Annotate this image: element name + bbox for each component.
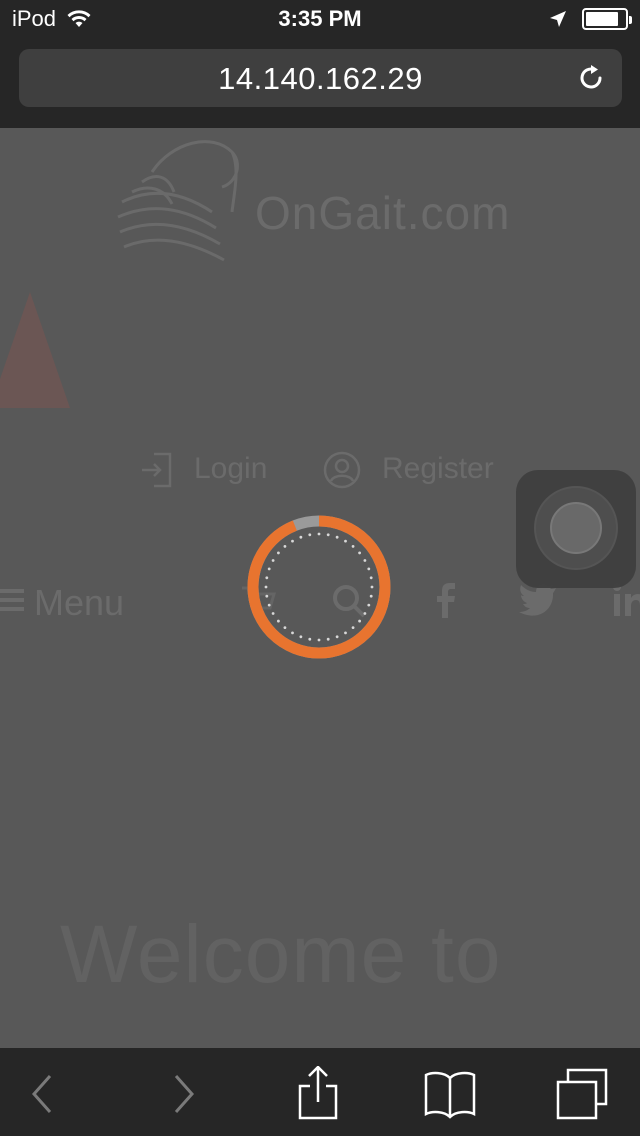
spinner-dot [317,532,321,536]
assistive-touch-ring [534,486,618,570]
spinner-dot [283,626,287,630]
spinner-dot [299,535,303,539]
spinner-dot [271,559,275,562]
spinner-dot [344,631,347,635]
spinner-dot [351,544,355,548]
forward-icon[interactable] [152,1066,212,1122]
spinner-dot [267,567,271,571]
clock: 3:35 PM [278,6,362,31]
spinner-dot [267,603,271,607]
spinner-dot [344,539,347,543]
spinner-dot [363,559,367,562]
horse-logo-icon [117,140,239,262]
spinner-dot [317,638,321,642]
spinner-dot [265,594,269,598]
url-text[interactable]: 14.140.162.29 [19,61,622,97]
reload-icon[interactable] [574,61,608,95]
share-icon[interactable] [288,1066,348,1122]
spinner-dot [276,619,280,623]
facebook-icon[interactable] [424,578,468,622]
url-field[interactable]: 14.140.162.29 [19,49,622,107]
battery-icon [582,8,632,30]
tabs-icon[interactable] [552,1066,612,1122]
spinner-dot [367,603,371,607]
hamburger-menu-icon[interactable] [0,586,24,614]
decorative-triangle [0,292,70,408]
site-logo-text[interactable]: OnGait.com [255,186,510,240]
spinner-dot [369,594,373,598]
spinner-dot [308,637,312,641]
menu-button[interactable]: Menu [34,582,124,624]
location-arrow-icon [550,11,566,27]
spinner-dot [326,533,330,537]
spinner-dot [299,635,303,639]
register-link[interactable]: Register [382,452,494,486]
spinner-dot [367,567,371,571]
spinner-dot [308,533,312,537]
loading-spinner [247,515,391,659]
bookmarks-icon[interactable] [420,1066,480,1122]
spinner-progress-arc [247,515,391,659]
spinner-dot [291,539,294,543]
spinner-dot [264,585,268,589]
login-link[interactable]: Login [194,452,267,486]
spinner-dot [265,576,269,580]
assistive-touch-dot [550,502,602,554]
browser-toolbar [0,1048,640,1136]
spinner-dot [291,631,294,635]
spinner-dot [358,619,362,623]
browser-address-area: 14.140.162.29 [0,40,640,128]
spinner-dot [271,612,275,615]
status-bar: iPod 3:35 PM [0,0,640,40]
spinner-dot [335,535,339,539]
spinner-dot [335,635,339,639]
spinner-dot [370,585,374,589]
register-icon [323,451,361,489]
spinner-dot [283,544,287,548]
spinner-dot [276,551,280,555]
spinner-dot [358,551,362,555]
login-icon [142,452,172,488]
spinner-dot [369,576,373,580]
spinner-dot [326,637,330,641]
spinner-dot [351,626,355,630]
status-right [548,8,632,30]
battery-level [586,12,619,26]
battery-tip [629,16,632,24]
welcome-heading: Welcome to [60,909,502,1000]
spinner-dots [264,532,374,642]
assistive-touch-button[interactable] [516,470,636,588]
spinner-dot [363,612,367,615]
back-icon[interactable] [14,1066,74,1122]
